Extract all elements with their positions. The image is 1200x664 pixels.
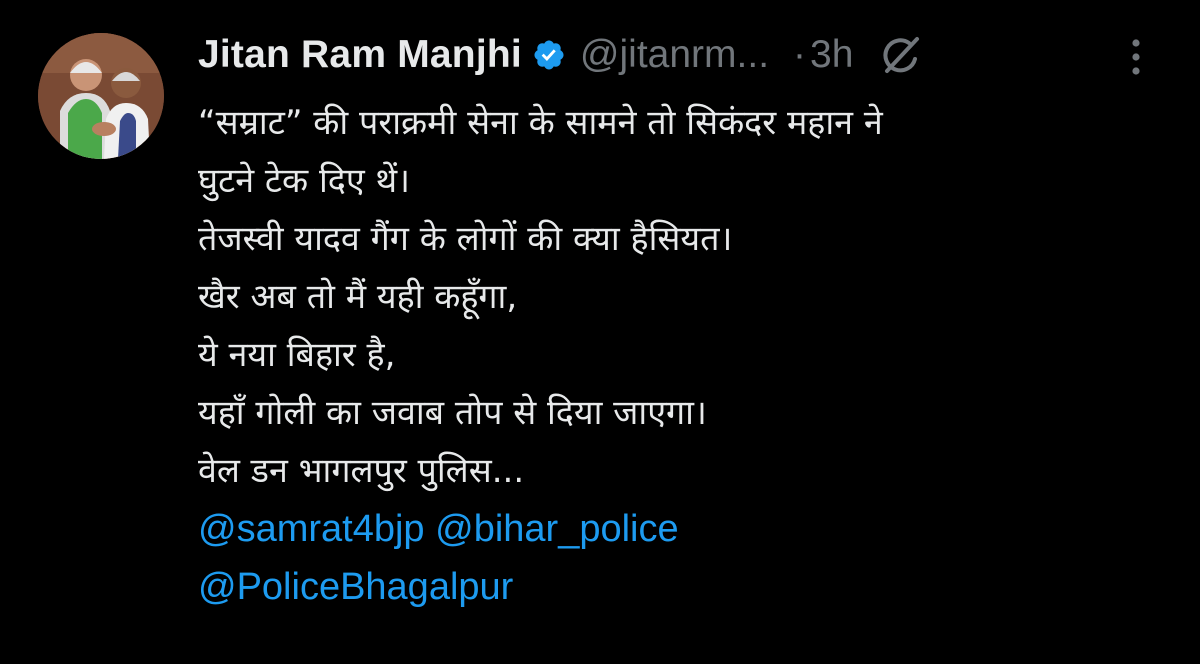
avatar-photo [38, 33, 164, 159]
tweet-text: “सम्राट” की पराक्रमी सेना के सामने तो सि… [198, 94, 1158, 616]
mention-samrat4bjp[interactable]: @samrat4bjp [198, 508, 425, 550]
verified-badge-icon [534, 40, 564, 70]
mentions-line: @samrat4bjp @bihar_police [198, 500, 1158, 558]
tweet-line: वेल डन भागलपुर पुलिस... [198, 451, 525, 491]
mention-police-bhagalpur[interactable]: @PoliceBhagalpur [198, 566, 513, 608]
tweet-line: ये नया बिहार है, [198, 335, 396, 375]
mentions-line: @PoliceBhagalpur [198, 558, 1158, 616]
tweet-line: “सम्राट” की पराक्रमी सेना के सामने तो सि… [198, 103, 883, 143]
timestamp[interactable]: 3h [810, 33, 853, 77]
separator-dot: · [793, 33, 807, 76]
mention-bihar-police[interactable]: @bihar_police [435, 508, 679, 550]
avatar[interactable] [38, 33, 164, 159]
tweet-line: खैर अब तो मैं यही कहूँगा, [198, 277, 518, 317]
author-name[interactable]: Jitan Ram Manjhi [198, 33, 522, 77]
grok-icon[interactable] [879, 33, 923, 77]
author-handle[interactable]: @jitanrm... [580, 33, 769, 77]
more-options-icon[interactable] [1126, 36, 1146, 78]
tweet: Jitan Ram Manjhi @jitanrm... · 3h “सम्रा… [0, 0, 1200, 664]
tweet-line: तेजस्वी यादव गैंग के लोगों की क्या हैसिय… [198, 219, 733, 259]
tweet-header: Jitan Ram Manjhi @jitanrm... · 3h [198, 26, 923, 84]
tweet-line: घुटने टेक दिए थें। [198, 161, 411, 201]
tweet-line: यहाँ गोली का जवाब तोप से दिया जाएगा। [198, 393, 707, 433]
